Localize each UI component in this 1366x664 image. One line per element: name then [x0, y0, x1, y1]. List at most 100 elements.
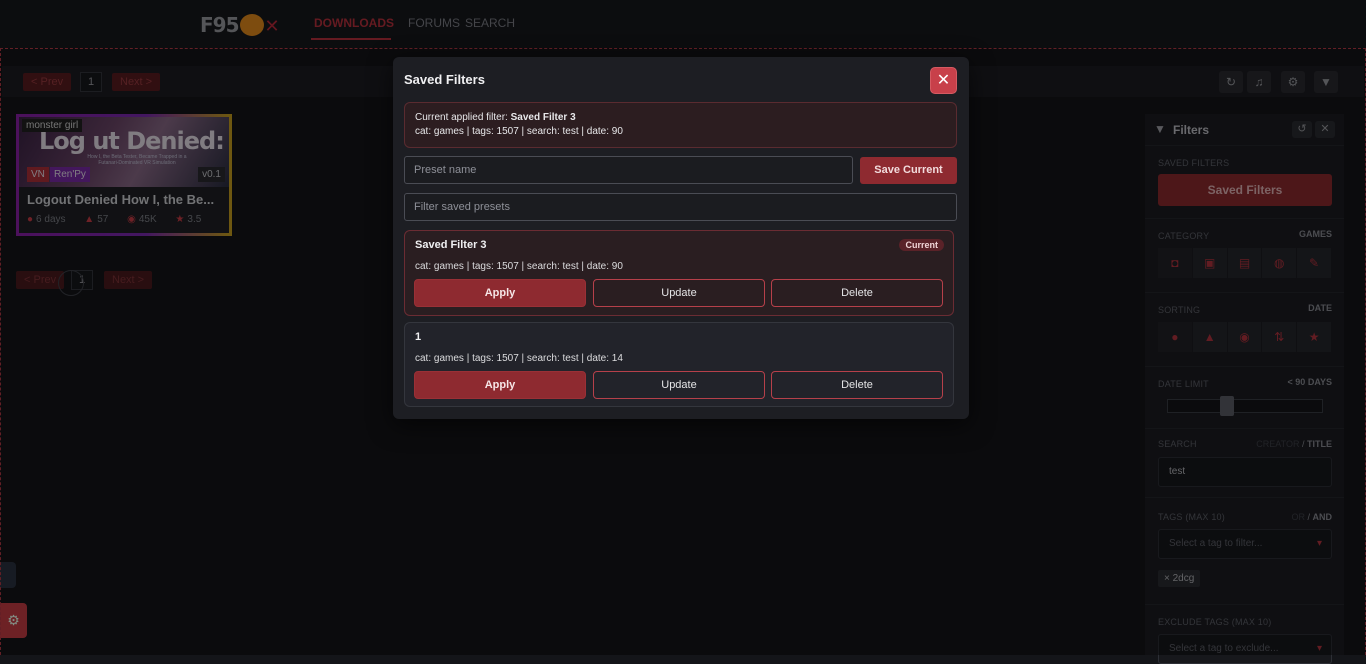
stat-rating: 3.5	[187, 214, 202, 225]
date-limit-value: < 90 DAYS	[1287, 377, 1332, 387]
card-title[interactable]: Logout Denied How I, the Be...	[27, 192, 214, 207]
divider	[1145, 428, 1344, 429]
tags-mode[interactable]: OR / AND	[1291, 512, 1332, 522]
category-label: CATEGORY	[1158, 231, 1210, 241]
nav-downloads[interactable]: DOWNLOADS	[314, 16, 394, 30]
nav-search[interactable]: SEARCH	[465, 16, 515, 30]
site-logo[interactable]: F95 ✕	[200, 13, 280, 38]
filter-presets-input[interactable]: Filter saved presets	[404, 193, 957, 221]
eye-icon[interactable]: ◉	[1227, 322, 1263, 352]
film-icon[interactable]: ▤	[1227, 248, 1263, 278]
divider	[1145, 497, 1344, 498]
mask-icon[interactable]: ◍	[1262, 248, 1298, 278]
category-value: GAMES	[1298, 229, 1332, 239]
applied-meta: cat: games | tags: 1507 | search: test |…	[415, 126, 623, 137]
tags-label: TAGS (MAX 10)	[1158, 512, 1225, 522]
divider	[1145, 366, 1344, 367]
card-stats: ● 6 days ▲ 57 ◉ 45K ★ 3.5	[27, 214, 217, 225]
tags-placeholder: Select a tag to filter...	[1169, 538, 1263, 549]
search-input[interactable]: test	[1158, 457, 1332, 487]
delete-button[interactable]: Delete	[771, 371, 943, 399]
preset-name: 1	[415, 331, 422, 343]
pumpkin-icon	[239, 13, 264, 36]
exclude-placeholder: Select a tag to exclude...	[1169, 643, 1279, 654]
card-tag: monster girl	[22, 119, 83, 132]
divider	[1145, 604, 1344, 605]
sort-az-icon[interactable]: ⇅	[1262, 322, 1298, 352]
current-badge: Current	[899, 239, 944, 251]
preset-item: 1 cat: games | tags: 1507 | search: test…	[404, 322, 954, 407]
date-limit-slider[interactable]	[1167, 396, 1323, 416]
search-mode-creator[interactable]: CREATOR	[1256, 439, 1299, 449]
remove-tag-icon[interactable]: ×	[1164, 573, 1170, 584]
filter-icon[interactable]: ▼	[1314, 71, 1338, 93]
tag-chip-label: 2dcg	[1172, 573, 1195, 584]
gear-icon[interactable]: ⚙	[1281, 71, 1305, 93]
apply-button[interactable]: Apply	[414, 279, 586, 307]
version-badge: v0.1	[198, 167, 225, 182]
next-page-button[interactable]: Next >	[112, 73, 161, 91]
edit-icon[interactable]: ✎	[1297, 248, 1332, 278]
prev-page-button-bottom[interactable]: < Prev	[16, 271, 65, 289]
nav-forums[interactable]: FORUMS	[408, 16, 460, 30]
badge-renpy: Ren'Py	[50, 167, 90, 182]
top-bar: F95 ✕ DOWNLOADS FORUMS SEARCH	[0, 0, 1366, 48]
star-icon: ★	[175, 214, 185, 225]
star-icon[interactable]: ★	[1297, 322, 1332, 352]
update-button[interactable]: Update	[593, 279, 765, 307]
filters-title: Filters	[1173, 123, 1210, 137]
reset-icon[interactable]: ↺	[1292, 121, 1312, 138]
next-page-button-bottom[interactable]: Next >	[104, 271, 153, 289]
applied-filter-box: Current applied filter: Saved Filter 3 c…	[404, 102, 957, 148]
preset-name-input[interactable]: Preset name	[404, 156, 853, 184]
date-limit-label: DATE LIMIT	[1158, 379, 1209, 389]
delete-button[interactable]: Delete	[771, 279, 943, 307]
thumbnail-subtitle: How I, the Beta Tester, Became Trapped i…	[87, 154, 187, 166]
save-current-button[interactable]: Save Current	[860, 157, 957, 184]
filters-header: ▼ Filters ↺ ✕	[1145, 114, 1344, 146]
thumbs-up-icon: ▲	[84, 214, 95, 225]
saved-filters-label: SAVED FILTERS	[1158, 158, 1230, 168]
bell-icon[interactable]: ♫	[1247, 71, 1271, 93]
sorting-value: DATE	[1308, 303, 1332, 313]
clock-icon: ●	[27, 214, 34, 225]
slider-thumb[interactable]	[1220, 396, 1234, 416]
side-tab[interactable]	[0, 562, 16, 588]
filter-icon: ▼	[1154, 122, 1166, 136]
preset-meta: cat: games | tags: 1507 | search: test |…	[415, 353, 623, 364]
modal-title: Saved Filters	[404, 72, 485, 87]
eye-icon: ◉	[127, 214, 136, 225]
update-button[interactable]: Update	[593, 371, 765, 399]
stat-views: 45K	[138, 214, 157, 225]
close-icon[interactable]: ✕	[1315, 121, 1335, 138]
tags-mode-or[interactable]: OR	[1291, 512, 1305, 522]
preset-meta: cat: games | tags: 1507 | search: test |…	[415, 261, 623, 272]
game-card[interactable]: Log ut Denied: How I, the Beta Tester, B…	[16, 114, 232, 236]
clock-icon[interactable]: ●	[1158, 322, 1193, 352]
applied-prefix: Current applied filter:	[415, 112, 508, 123]
saved-filters-button[interactable]: Saved Filters	[1158, 174, 1332, 206]
close-icon[interactable]: ✕	[930, 67, 957, 94]
page-number[interactable]: 1	[80, 72, 102, 92]
tags-mode-and[interactable]: AND	[1313, 512, 1333, 522]
prev-page-button[interactable]: < Prev	[23, 73, 72, 91]
divider	[1145, 218, 1344, 219]
stat-likes: 57	[97, 214, 109, 225]
refresh-icon[interactable]: ↻	[1219, 71, 1243, 93]
search-mode-sep: /	[1301, 439, 1305, 449]
search-mode-title[interactable]: TITLE	[1307, 439, 1332, 449]
sorting-label: SORTING	[1158, 305, 1201, 315]
apply-button[interactable]: Apply	[414, 371, 586, 399]
tags-select[interactable]: Select a tag to filter... ▾	[1158, 529, 1332, 559]
search-mode[interactable]: CREATOR / TITLE	[1256, 439, 1332, 449]
exclude-tags-label: EXCLUDE TAGS (MAX 10)	[1158, 617, 1272, 627]
exclude-tags-select[interactable]: Select a tag to exclude... ▾	[1158, 634, 1332, 664]
search-label: SEARCH	[1158, 439, 1197, 449]
image-icon[interactable]: ▣	[1192, 248, 1228, 278]
settings-gear-icon[interactable]: ⚙	[0, 603, 27, 638]
preset-item: Saved Filter 3 Current cat: games | tags…	[404, 230, 954, 316]
gamepad-icon[interactable]: ◘	[1158, 248, 1193, 278]
spider-decoration-icon	[58, 270, 84, 296]
tag-chip[interactable]: × 2dcg	[1158, 570, 1201, 587]
thumbs-up-icon[interactable]: ▲	[1192, 322, 1228, 352]
